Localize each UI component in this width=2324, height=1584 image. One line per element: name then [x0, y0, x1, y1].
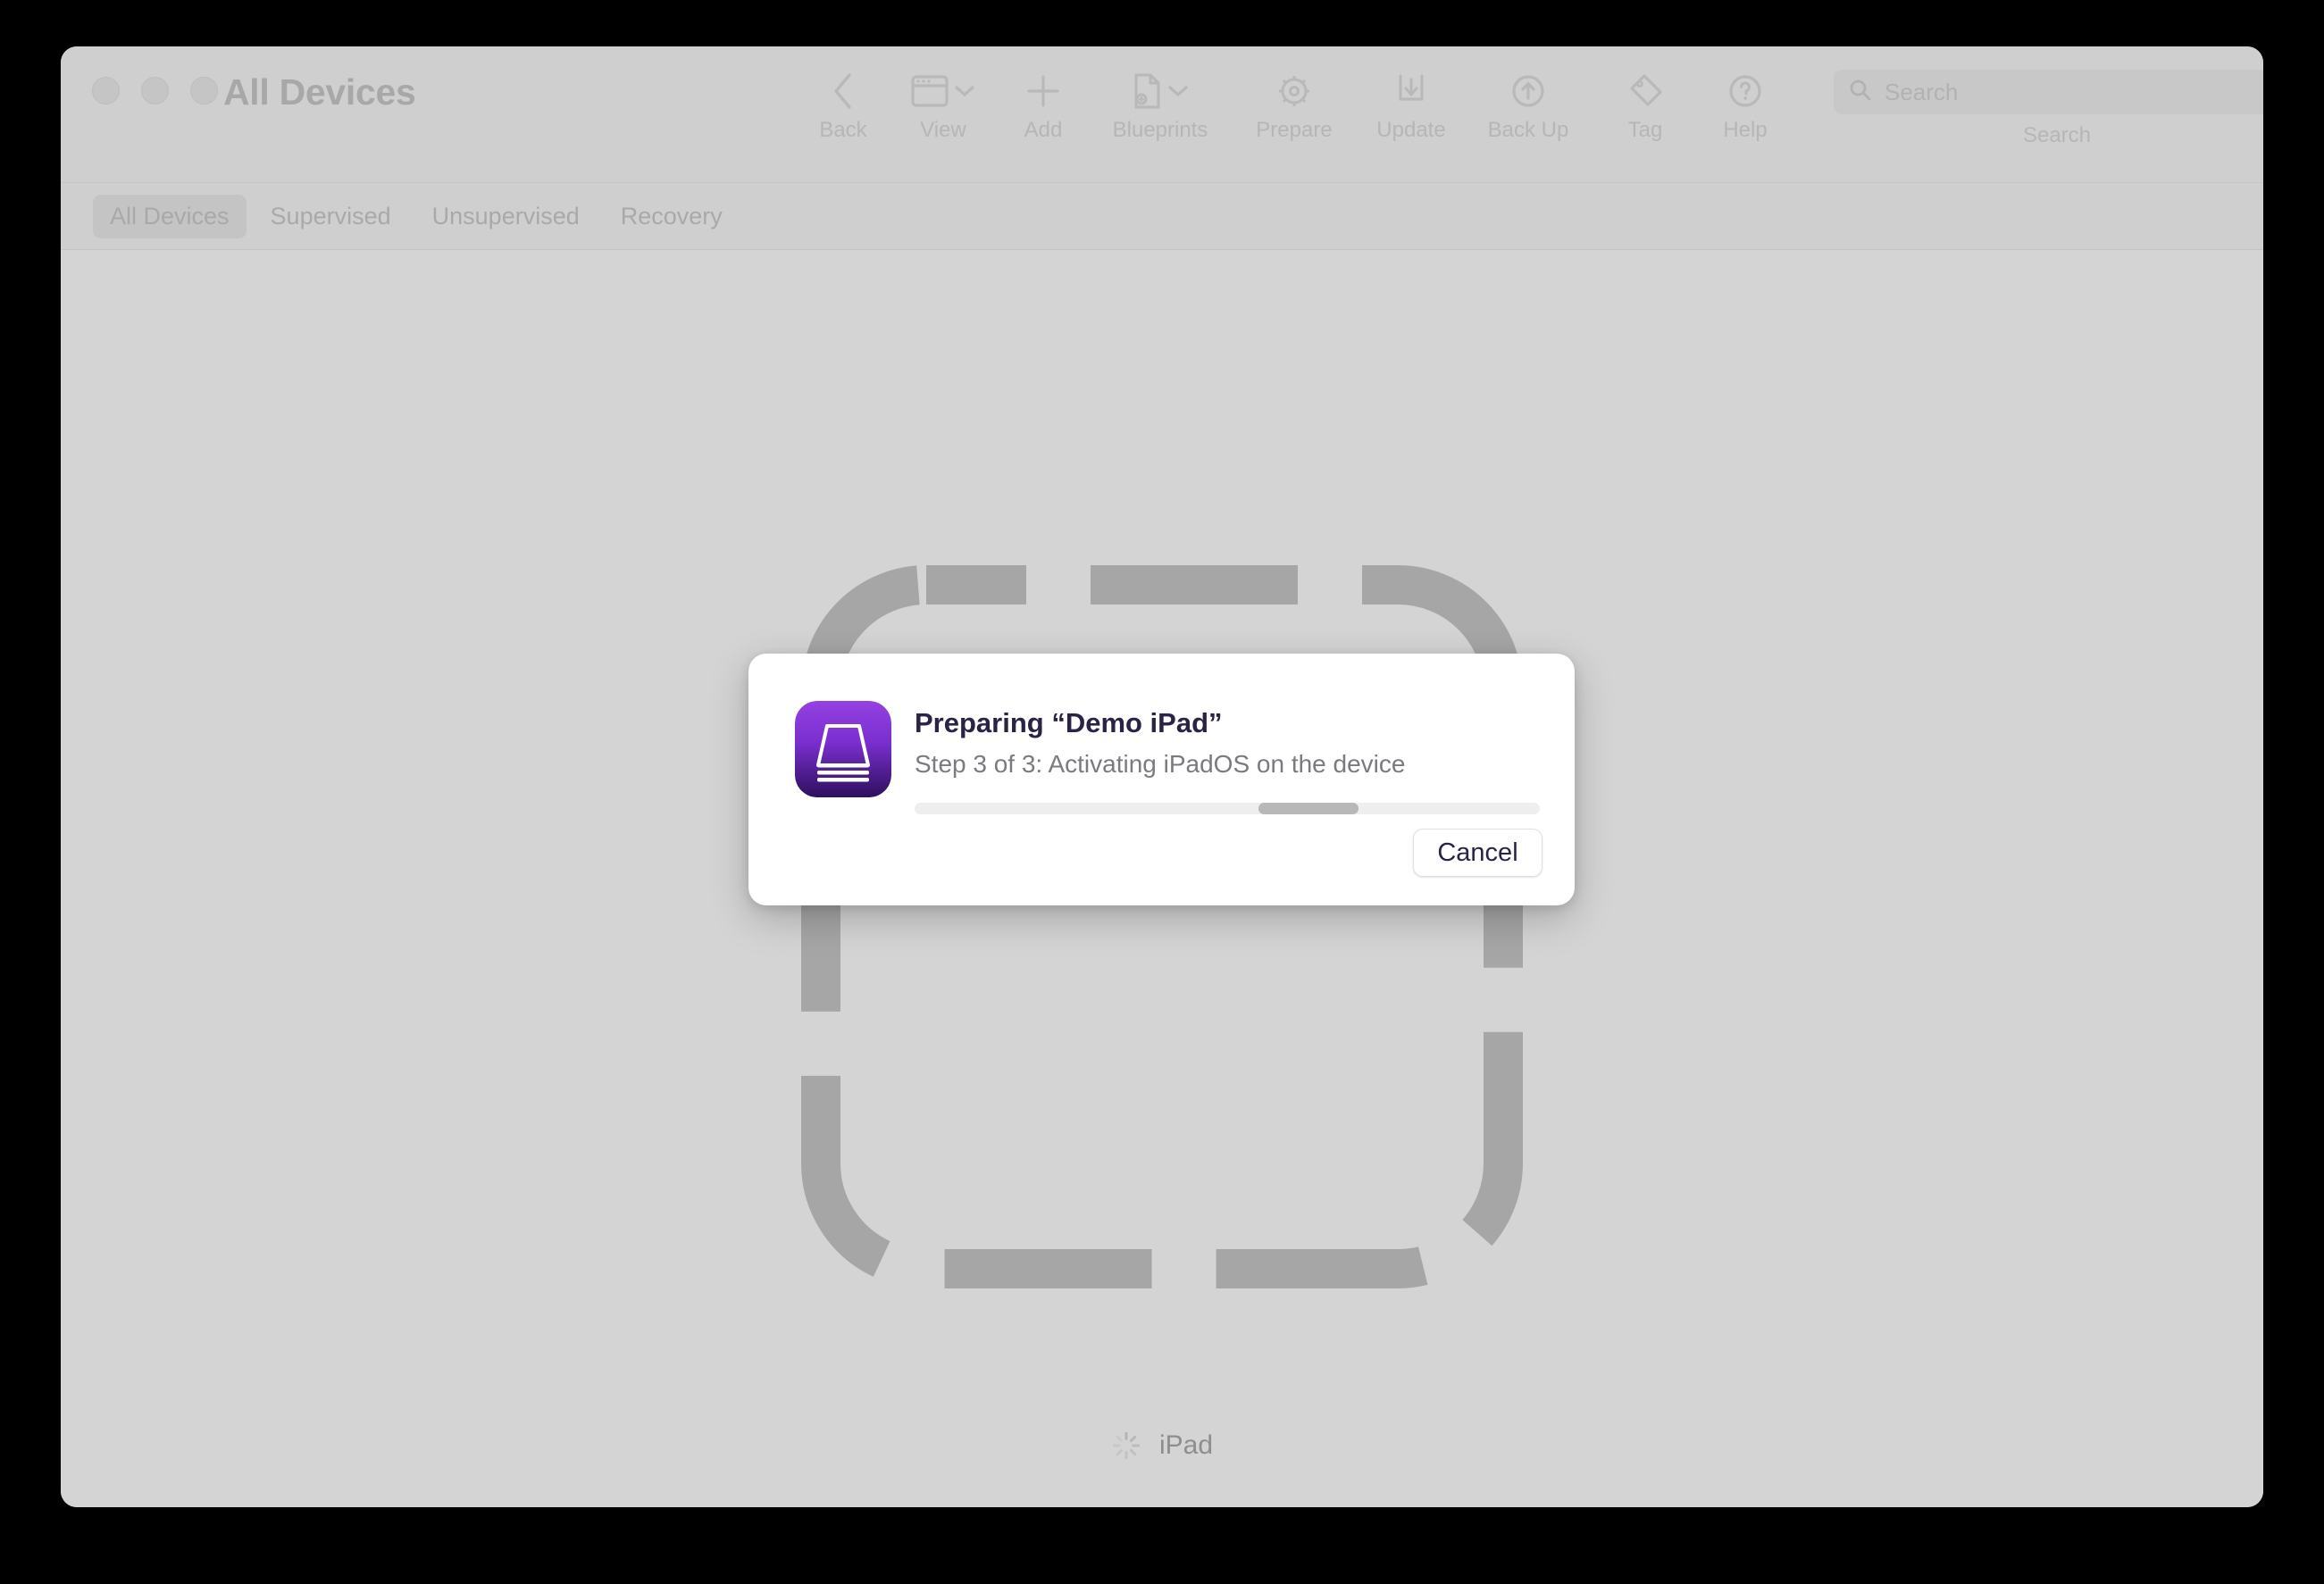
toolbar: Back View Add Blueprints Prepare Update … [793, 59, 1795, 157]
search-input[interactable]: Search [1834, 70, 2263, 114]
toolbar-button-back[interactable]: Back [793, 59, 893, 143]
screen: All Devices Back View Add Blueprints Pre… [0, 0, 2324, 1584]
toolbar-button-blueprints[interactable]: Blueprints [1093, 59, 1227, 143]
dialog-subtitle: Step 3 of 3: Activating iPadOS on the de… [915, 750, 1406, 778]
chevron-down-icon [955, 86, 974, 96]
cancel-button[interactable]: Cancel [1413, 829, 1542, 877]
toolbar-button-backup[interactable]: Back Up [1461, 59, 1595, 143]
arrow-up-circle-icon [1509, 70, 1547, 113]
tab-supervised[interactable]: Supervised [254, 195, 408, 238]
toolbar-label-prepare: Prepare [1256, 118, 1333, 142]
toolbar-button-add[interactable]: Add [993, 59, 1093, 143]
toolbar-label-back: Back [819, 118, 867, 142]
toolbar-button-view[interactable]: View [893, 59, 993, 143]
search-icon [1848, 78, 1873, 107]
chevron-down-icon [1168, 86, 1188, 96]
zoom-button[interactable] [190, 77, 218, 104]
tab-bar: All Devices Supervised Unsupervised Reco… [61, 183, 2263, 250]
window-panel-icon [911, 70, 975, 113]
tab-recovery[interactable]: Recovery [604, 195, 740, 238]
close-button[interactable] [92, 77, 120, 104]
tag-icon [1626, 70, 1664, 113]
tab-all-devices[interactable]: All Devices [93, 194, 247, 238]
gear-icon [1275, 70, 1313, 113]
search-toolbar-label: Search [2022, 123, 2092, 147]
progress-bar [915, 803, 1540, 814]
search-placeholder-text: Search [1885, 78, 1959, 105]
toolbar-button-prepare[interactable]: Prepare [1227, 59, 1361, 143]
loading-spinner-icon [1111, 1430, 1141, 1461]
search-area: Search Search [1834, 70, 2263, 148]
apple-configurator-icon [795, 701, 891, 797]
progress-bar-indicator [1258, 803, 1358, 814]
title-bar: All Devices Back View Add Blueprints Pre… [61, 46, 2263, 183]
chevron-left-icon [830, 70, 857, 113]
window-controls [92, 77, 218, 104]
device-caption-label: iPad [1158, 1430, 1214, 1460]
plus-icon [1024, 70, 1062, 113]
toolbar-button-update[interactable]: Update [1361, 59, 1461, 143]
toolbar-label-blueprints: Blueprints [1112, 118, 1208, 142]
toolbar-button-tag[interactable]: Tag [1595, 59, 1695, 143]
question-circle-icon [1726, 70, 1764, 113]
toolbar-label-help: Help [1723, 118, 1768, 142]
toolbar-label-update: Update [1376, 118, 1446, 142]
dialog-title: Preparing “Demo iPad” [915, 707, 1223, 738]
device-caption: iPad [1111, 1430, 1213, 1461]
toolbar-button-help[interactable]: Help [1695, 59, 1795, 143]
tab-unsupervised[interactable]: Unsupervised [415, 195, 597, 238]
blueprint-document-icon [1132, 70, 1189, 113]
toolbar-label-add: Add [1024, 118, 1063, 142]
toolbar-label-tag: Tag [1627, 118, 1663, 142]
toolbar-label-backup: Back Up [1487, 118, 1569, 142]
preparing-device-dialog: Preparing “Demo iPad” Step 3 of 3: Activ… [748, 654, 1575, 905]
window-title: All Devices [223, 71, 416, 113]
download-box-icon [1394, 70, 1428, 113]
minimize-button[interactable] [141, 77, 169, 104]
toolbar-label-view: View [920, 118, 966, 142]
